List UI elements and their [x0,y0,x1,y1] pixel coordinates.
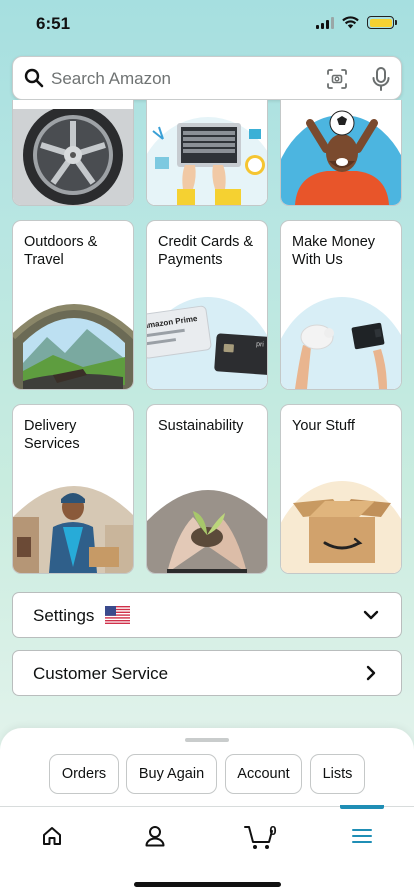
home-indicator[interactable] [134,882,281,887]
status-icons [316,16,397,29]
cart-count-badge: 0 [269,823,277,838]
laptop-desk-image [147,109,267,205]
category-card-wheels[interactable] [12,100,134,206]
card-title: Sustainability [158,418,244,434]
category-card-make-money[interactable]: Make Money With Us [280,220,402,390]
cellular-signal-icon [316,16,334,29]
search-bar[interactable] [12,56,402,100]
delivery-driver-image [13,477,133,573]
chevron-right-icon [366,665,376,681]
battery-icon [367,16,397,29]
seedling-hands-image [147,477,267,573]
buy-again-button[interactable]: Buy Again [126,754,217,794]
tent-mountain-view-image [13,293,133,389]
search-icon [24,68,44,88]
category-grid: Outdoors & Travel Credit Cards & Payment… [0,100,414,580]
account-button[interactable]: Account [225,754,302,794]
bottom-sheet: Orders Buy Again Account Lists 0 [0,728,414,896]
orders-button[interactable]: Orders [49,754,119,794]
status-time: 6:51 [36,14,71,33]
svg-text:pri: pri [256,341,265,349]
settings-label: Settings [33,606,95,625]
alloy-wheels-image [13,109,133,205]
amazon-prime-credit-cards-image: amazon Prime pri [147,293,267,389]
customer-service-button[interactable]: Customer Service [12,650,402,696]
microphone-icon[interactable] [370,66,392,92]
category-card-delivery-services[interactable]: Delivery Services [12,404,134,574]
nav-cart[interactable]: 0 [229,816,289,856]
category-card-your-stuff[interactable]: Your Stuff [280,404,402,574]
nav-menu[interactable] [332,816,392,856]
chevron-down-icon [363,610,379,620]
category-card-outdoors-travel[interactable]: Outdoors & Travel [12,220,134,390]
card-title: Your Stuff [292,418,355,434]
settings-button[interactable]: Settings [12,592,402,638]
amazon-box-image [281,477,401,573]
hamburger-menu-icon [352,829,372,843]
nav-profile[interactable] [125,816,185,856]
nav-home[interactable] [22,816,82,856]
sheet-drag-handle[interactable] [185,738,229,742]
status-bar: 6:51 [0,0,414,48]
category-card-sports[interactable] [280,100,402,206]
search-input[interactable] [51,63,321,95]
camera-scan-icon[interactable] [326,68,348,90]
customer-service-label: Customer Service [33,664,169,683]
profile-icon [145,826,165,847]
lists-button[interactable]: Lists [310,754,365,794]
category-card-office[interactable] [146,100,268,206]
card-title: Make Money With Us [292,234,376,268]
home-icon [43,827,61,845]
card-title: Credit Cards & Payments [158,234,254,268]
soccer-fan-image [281,109,401,205]
us-flag-icon [105,606,130,624]
piggy-bank-wallet-image [281,293,401,389]
card-title: Delivery Services [24,418,80,452]
nav-active-indicator [340,805,384,809]
card-title: Outdoors & Travel [24,234,98,268]
category-card-credit-cards[interactable]: Credit Cards & Payments amazon Prime pri [146,220,268,390]
wifi-icon [342,16,359,29]
category-card-sustainability[interactable]: Sustainability [146,404,268,574]
